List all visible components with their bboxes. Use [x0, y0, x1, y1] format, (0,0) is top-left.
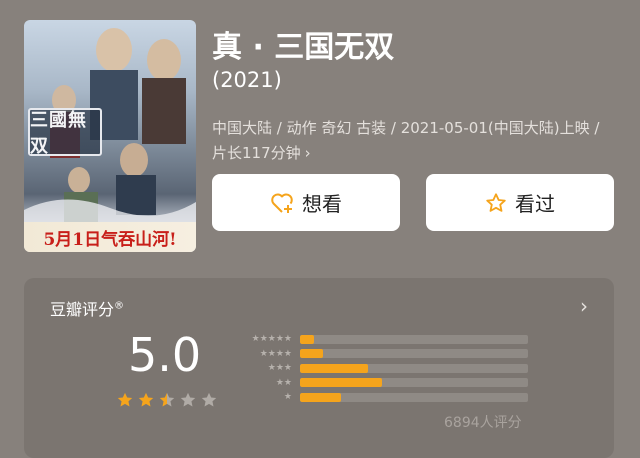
- mini-stars-icon: ★★★★★: [251, 334, 292, 345]
- distribution-bar: [300, 378, 383, 388]
- rating-score: 5.0: [128, 328, 202, 382]
- distribution-bar-track: [300, 334, 528, 344]
- distribution-row: ★: [232, 390, 528, 405]
- mini-stars-icon: ★: [283, 392, 292, 403]
- rating-stars: [116, 391, 218, 409]
- movie-title: 真 · 三国无双: [212, 30, 395, 65]
- rating-star-icon: [201, 392, 217, 407]
- want-to-watch-label: 想看: [302, 192, 342, 216]
- mini-stars-icon: ★★: [275, 377, 292, 388]
- distribution-bar: [300, 334, 314, 344]
- mini-stars-icon: ★★★★: [259, 348, 292, 359]
- poster-logo: 三國無双: [28, 108, 102, 157]
- movie-year: (2021): [212, 68, 282, 92]
- poster-release-banner: 5月1日气吞山河!: [24, 222, 196, 252]
- heart-plus-icon: [271, 193, 293, 213]
- distribution-bar: [300, 363, 369, 373]
- distribution-row: ★★★★: [232, 347, 528, 362]
- rating-star-icon: [159, 392, 175, 407]
- rating-star-icon: [138, 392, 154, 407]
- rating-label-text: 豆瓣评分: [50, 300, 115, 319]
- chevron-right-icon[interactable]: ›: [580, 294, 588, 318]
- distribution-bar-track: [300, 363, 528, 373]
- watched-button[interactable]: 看过: [426, 174, 614, 231]
- movie-poster[interactable]: 三國無双 5月1日气吞山河!: [24, 20, 196, 252]
- movie-meta-link[interactable]: 中国大陆 / 动作 奇幻 古装 / 2021-05-01(中国大陆)上映 / 片…: [212, 116, 612, 166]
- distribution-bar: [300, 349, 323, 359]
- watched-label: 看过: [515, 192, 555, 216]
- distribution-bar-track: [300, 349, 528, 359]
- rating-card[interactable]: 豆瓣评分® › 5.0 ★★★★★ ★★★★ ★★★ ★★ ★ 6894人评分: [24, 278, 614, 458]
- chevron-right-icon: ›: [304, 144, 311, 162]
- distribution-row: ★★: [232, 376, 528, 391]
- distribution-bar-track: [300, 392, 528, 402]
- registered-mark: ®: [114, 300, 125, 312]
- rating-distribution: ★★★★★ ★★★★ ★★★ ★★ ★: [232, 332, 528, 405]
- want-to-watch-button[interactable]: 想看: [212, 174, 400, 231]
- distribution-bar: [300, 392, 342, 402]
- distribution-row: ★★★: [232, 361, 528, 376]
- distribution-bar-track: [300, 378, 528, 388]
- star-outline-icon: [486, 192, 506, 212]
- distribution-row: ★★★★★: [232, 332, 528, 347]
- mini-stars-icon: ★★★: [267, 363, 292, 374]
- rating-label: 豆瓣评分®: [50, 296, 124, 320]
- movie-meta-text: 中国大陆 / 动作 奇幻 古装 / 2021-05-01(中国大陆)上映 / 片…: [212, 119, 600, 162]
- rating-star-icon: [180, 392, 196, 407]
- rating-star-icon: [117, 392, 133, 407]
- rating-count: 6894人评分: [444, 415, 522, 431]
